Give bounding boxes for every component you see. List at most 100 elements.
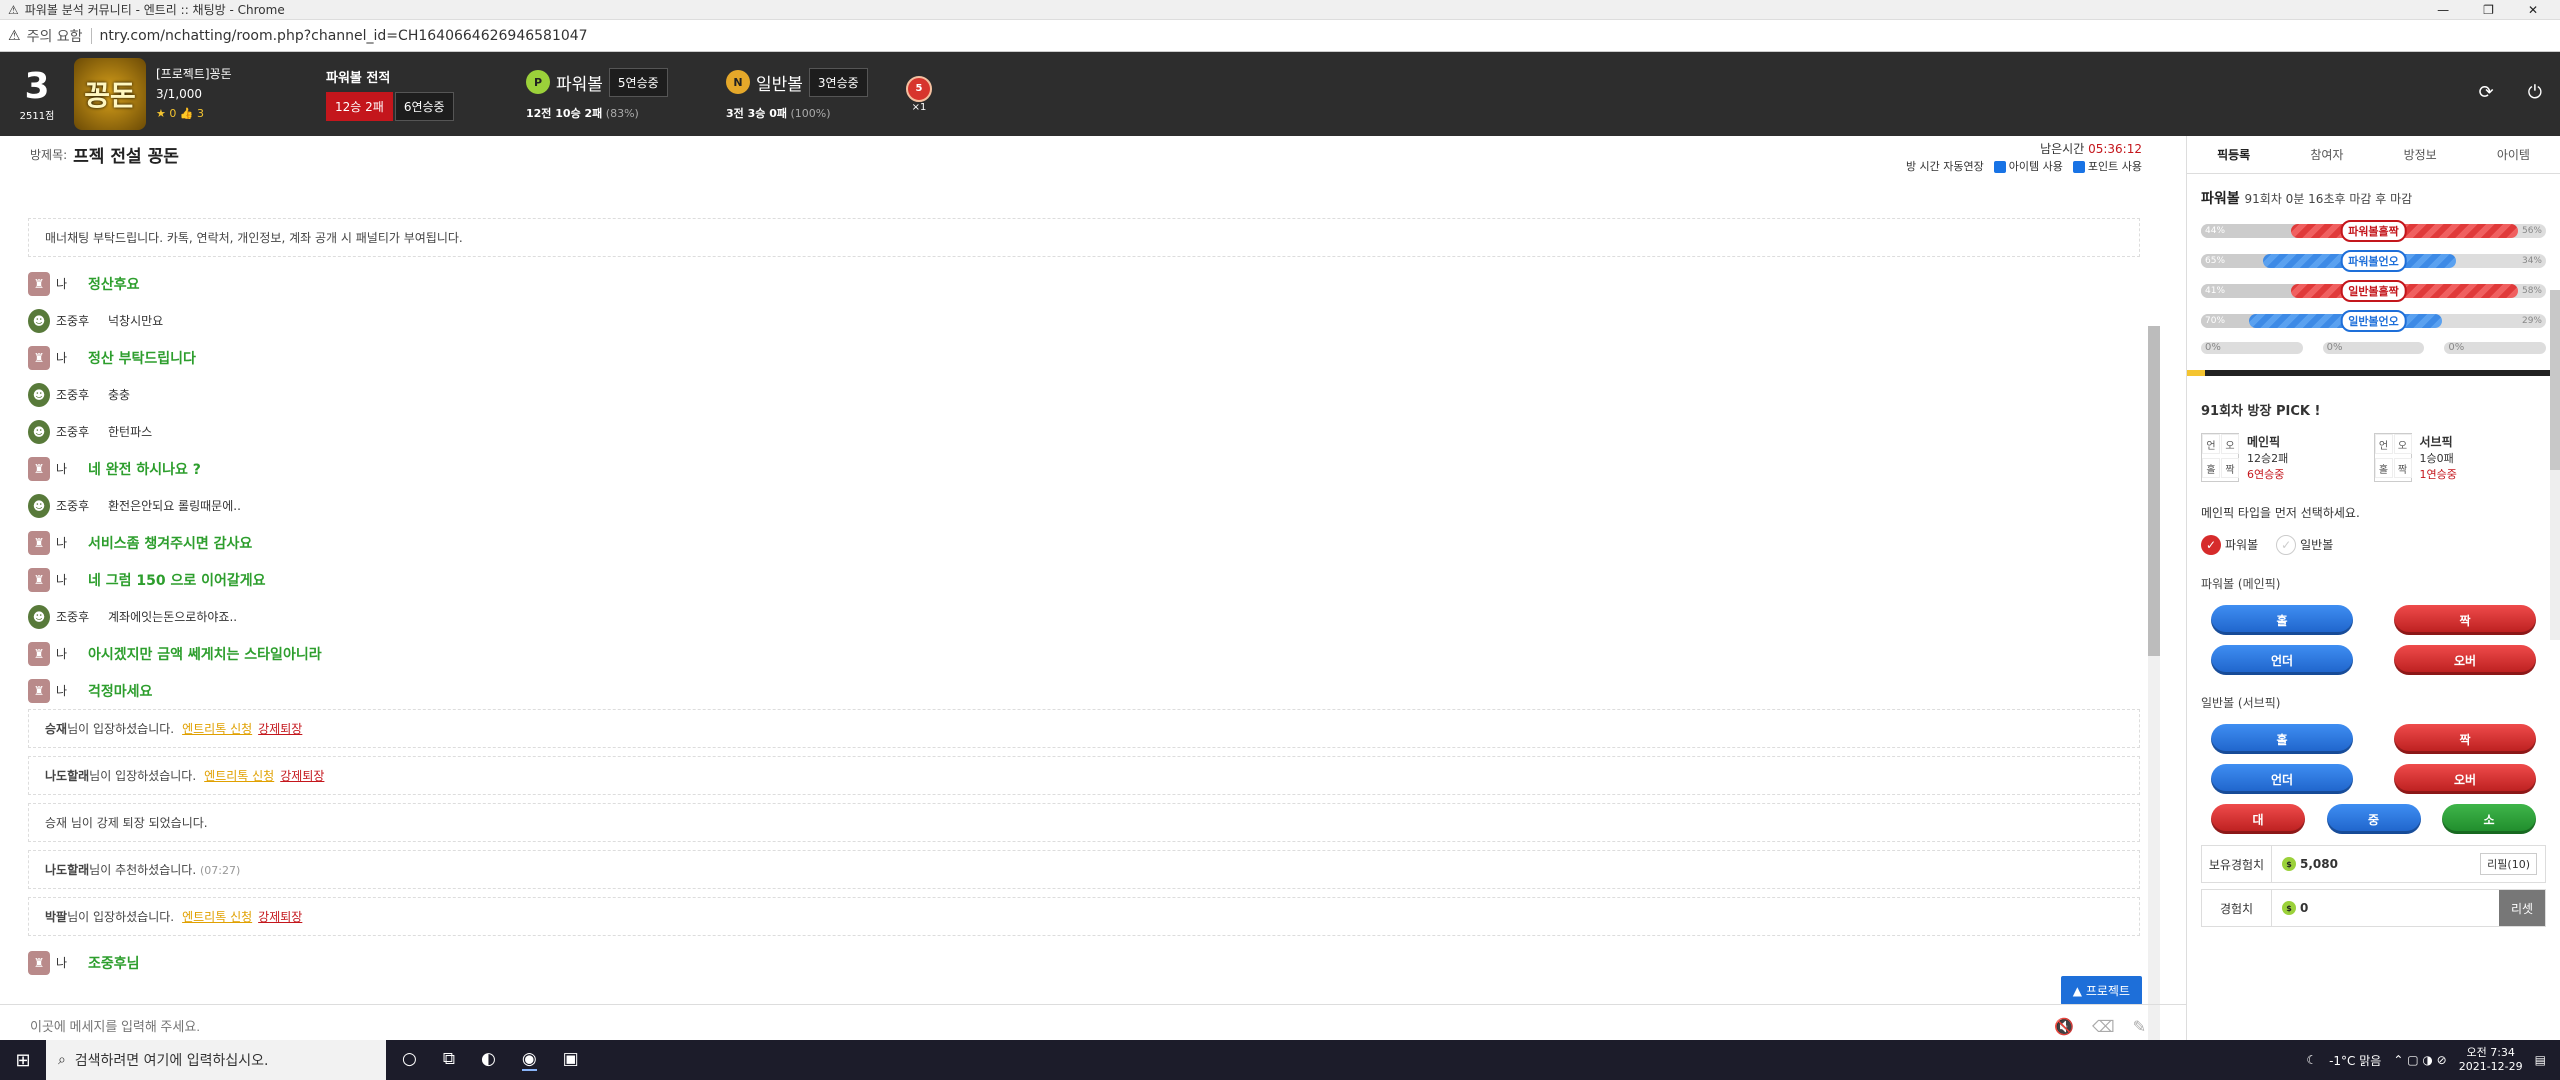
tab-participants[interactable]: 참여자 — [2280, 146, 2373, 163]
message-author: 나 — [56, 351, 68, 365]
room-title-label: 방제목: — [30, 147, 68, 162]
notice-user: 승재 — [45, 722, 68, 736]
remaining-value: 05:36:12 — [2088, 142, 2142, 156]
entrytalk-link[interactable]: 엔트리톡 신청 — [182, 722, 252, 736]
pb-over-button[interactable]: 오버 — [2394, 645, 2536, 675]
pb-odd-button[interactable]: 홀 — [2211, 605, 2353, 635]
refill-button[interactable]: 리필(10) — [2480, 853, 2537, 875]
bar-label: 일반볼언오 — [2340, 310, 2407, 332]
auto-extend-toggle[interactable]: 방 시간 자동연장 — [1906, 158, 1984, 174]
reset-button[interactable]: 리셋 — [2499, 890, 2545, 926]
chat-message: ☻ 조중후 넉창시만요 — [28, 302, 2140, 339]
entrytalk-link[interactable]: 엔트리톡 신청 — [204, 769, 274, 783]
room-header: 방제목: 프젝 전설 꽁돈 남은시간 05:36:12 방 시간 자동연장 아이… — [0, 136, 2186, 174]
message-author: 나 — [56, 573, 68, 587]
notification-icon[interactable]: ▤ — [2535, 1053, 2546, 1067]
windows-start-icon[interactable]: ⊞ — [0, 1050, 46, 1071]
powerball-box: P 파워볼 5연승중 12전 10승 2패 (83%) — [526, 67, 696, 121]
type-powerball[interactable]: ✓ 파워볼 — [2201, 535, 2258, 555]
misc-stats: 0% 0% 0% — [2187, 336, 2560, 360]
item-checkbox[interactable]: 아이템 사용 — [1993, 158, 2063, 174]
message-text: 한턴파스 — [108, 425, 153, 439]
chrome-icon[interactable]: ◉ — [521, 1049, 537, 1071]
eraser-icon[interactable]: ⌫ — [2092, 1017, 2115, 1036]
taskbar-search[interactable]: ⌕ 검색하려면 여기에 입력하십시오. — [46, 1040, 386, 1080]
my-avatar-icon: ♜ — [28, 950, 50, 975]
round-header: 파워볼 91회차 0분 16초후 마감 후 마감 — [2201, 191, 2413, 207]
pb-even-button[interactable]: 짝 — [2394, 605, 2536, 635]
divider — [90, 27, 92, 44]
chat-message: ♜ 나 조중후님 — [28, 944, 2140, 981]
xp-value: 0 — [2300, 901, 2309, 915]
kakaotalk-icon[interactable]: ▣ — [563, 1049, 579, 1071]
chat-scrollbar[interactable] — [2148, 326, 2160, 1080]
kick-link[interactable]: 강제퇴장 — [258, 910, 302, 924]
message-input[interactable] — [30, 1019, 2055, 1034]
nb-odd-button[interactable]: 홀 — [2211, 724, 2353, 754]
like-count: 👍 3 — [179, 107, 205, 120]
warning-icon: ⚠ — [8, 2, 19, 17]
message-author: 조중후 — [56, 314, 90, 328]
normalball-label: 일반볼 — [756, 74, 803, 95]
nb-even-button[interactable]: 짝 — [2394, 724, 2536, 754]
my-avatar-icon: ♜ — [28, 345, 50, 370]
coin-icon: $ — [2282, 857, 2296, 871]
ratio-bar: 44% 파워볼홀짝 56% — [2187, 216, 2560, 246]
soldier-avatar-icon: ☻ — [28, 604, 50, 629]
soldier-avatar-icon: ☻ — [28, 308, 50, 333]
level-box: 3 2511점 — [0, 66, 74, 122]
power-icon[interactable]: ⏻ — [2528, 82, 2542, 103]
tab-roominfo[interactable]: 방정보 — [2374, 146, 2467, 163]
magic-icon[interactable]: ✎ — [2133, 1017, 2146, 1036]
tab-pick[interactable]: 픽등록 — [2187, 146, 2280, 163]
message-text: 정산후요 — [88, 276, 140, 293]
divider — [2187, 370, 2560, 376]
system-notice: 박팔님이 입장하셨습니다. 엔트리톡 신청 강제퇴장 — [28, 897, 2140, 936]
remaining-time: 남은시간 05:36:12 — [2040, 142, 2142, 156]
mute-icon[interactable]: 🔇 — [2054, 1017, 2074, 1036]
small-button[interactable]: 소 — [2442, 804, 2536, 834]
tray-icons[interactable]: ⌃ ▢ ◑ ⊘ — [2393, 1053, 2446, 1067]
powerball-label: 파워볼 — [556, 74, 603, 95]
edge-icon[interactable]: ◐ — [481, 1049, 496, 1071]
taskbar: ⊞ ⌕ 검색하려면 여기에 입력하십시오. ○ ⧉ ◐ ◉ ▣ ☾ -1°C 맑… — [0, 1040, 2560, 1080]
streak-pill: 6연승중 — [394, 92, 454, 121]
cortana-icon[interactable]: ○ — [402, 1049, 417, 1071]
side-scrollbar[interactable] — [2550, 290, 2560, 640]
clock[interactable]: 오전 7:34 2021-12-29 — [2459, 1046, 2523, 1074]
security-warning[interactable]: 주의 요함 — [27, 26, 83, 46]
kick-link[interactable]: 강제퇴장 — [258, 722, 302, 736]
message-text: 넉창시만요 — [108, 314, 164, 328]
minimize-icon[interactable]: — — [2437, 3, 2449, 17]
my-avatar-icon: ♜ — [28, 567, 50, 592]
system-notice: 나도할래님이 추천하셨습니다. (07:27) — [28, 850, 2140, 889]
nb-under-button[interactable]: 언더 — [2211, 764, 2353, 794]
mid-button[interactable]: 중 — [2326, 804, 2421, 834]
point-checkbox[interactable]: 포인트 사용 — [2072, 158, 2142, 174]
big-button[interactable]: 대 — [2211, 804, 2305, 834]
system-notice: 승재 님이 강제 퇴장 되었습니다. — [28, 803, 2140, 842]
kick-link[interactable]: 강제퇴장 — [280, 769, 324, 783]
refresh-icon[interactable]: ⟳ — [2479, 82, 2494, 103]
scroll-thumb[interactable] — [2550, 290, 2560, 470]
address-bar[interactable]: ⚠ 주의 요함 ntry.com/nchatting/room.php?chan… — [0, 20, 2560, 52]
pb-under-button[interactable]: 언더 — [2211, 645, 2353, 675]
chat-message: ♜ 나 네 완전 하시나요 ? — [28, 450, 2140, 487]
tab-items[interactable]: 아이템 — [2467, 146, 2560, 163]
ratio-bar: 70% 일반볼언오 29% — [2187, 306, 2560, 336]
main-area: 방제목: 프젝 전설 꽁돈 남은시간 05:36:12 방 시간 자동연장 아이… — [0, 136, 2560, 1080]
scroll-thumb[interactable] — [2148, 326, 2160, 656]
weather-text[interactable]: -1°C 맑음 — [2329, 1052, 2381, 1069]
close-icon[interactable]: ✕ — [2528, 3, 2538, 17]
message-author: 조중후 — [56, 425, 90, 439]
type-normalball[interactable]: ✓ 일반볼 — [2276, 535, 2333, 555]
system-notice: 나도할래님이 입장하셨습니다. 엔트리톡 신청 강제퇴장 — [28, 756, 2140, 795]
taskview-icon[interactable]: ⧉ — [443, 1049, 455, 1071]
url-text[interactable]: ntry.com/nchatting/room.php?channel_id=C… — [100, 28, 588, 44]
message-author: 나 — [56, 647, 68, 661]
restore-icon[interactable]: ❐ — [2483, 3, 2494, 17]
my-avatar-icon: ♜ — [28, 641, 50, 666]
nb-over-button[interactable]: 오버 — [2394, 764, 2536, 794]
project-button[interactable]: ▲ 프로젝트 — [2060, 976, 2142, 1005]
entrytalk-link[interactable]: 엔트리톡 신청 — [182, 910, 252, 924]
